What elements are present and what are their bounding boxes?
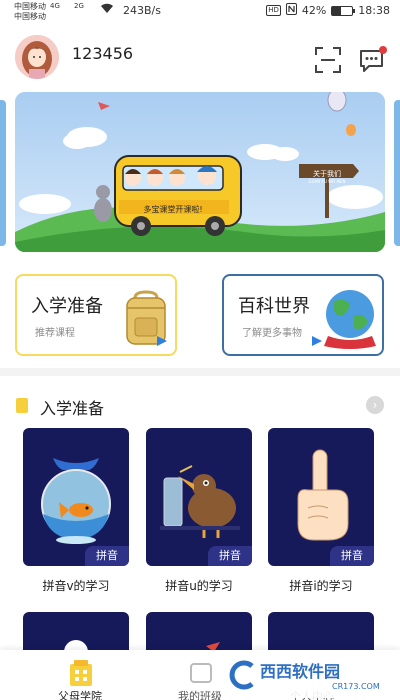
book-icon <box>16 398 28 413</box>
entry-card-encyclopedia[interactable]: 百科世界 了解更多事物 <box>222 274 384 356</box>
username: 123456 <box>72 44 134 63</box>
chevron-right-icon[interactable]: › <box>366 396 384 414</box>
watermark-text: 西西软件园 <box>260 662 341 681</box>
signpost-label: 关于我们 GUAN YU WO MEN <box>301 169 353 184</box>
carrier-label: 中国移动 <box>14 12 46 21</box>
watermark-logo <box>229 660 254 690</box>
status-right: HD 42% 18:38 <box>266 3 390 18</box>
card-subtitle: 推荐课程 <box>35 328 75 339</box>
class-icon <box>190 663 212 683</box>
banner-prev-peek[interactable] <box>0 100 6 246</box>
clock: 18:38 <box>358 4 390 17</box>
section-title: 入学准备 <box>40 399 105 418</box>
nfc-icon <box>285 3 297 18</box>
avatar[interactable] <box>15 35 59 79</box>
building-icon <box>70 660 92 686</box>
network-speed: 243B/s <box>123 4 161 17</box>
nav-label: 父母学院 <box>58 690 102 700</box>
section-divider <box>0 368 400 376</box>
lesson-title[interactable]: 拼音i的学习 <box>261 577 381 594</box>
signpost-title: 关于我们 <box>313 170 341 178</box>
entry-card-school-prep[interactable]: 入学准备 推荐课程 <box>15 274 177 356</box>
card-title: 入学准备 <box>31 296 103 317</box>
triangle-decor-icon <box>312 336 322 346</box>
lesson-title[interactable]: 拼音u的学习 <box>139 577 259 594</box>
scan-icon[interactable] <box>314 46 342 74</box>
battery-percent: 42% <box>301 4 327 17</box>
battery-icon <box>331 5 356 16</box>
site-watermark: 西西软件园 CR173.COM <box>222 652 398 698</box>
lesson-tile[interactable]: 拼音 <box>268 428 374 566</box>
banner-next-peek[interactable] <box>394 100 400 246</box>
lesson-tile[interactable]: 拼音 <box>146 428 252 566</box>
message-badge <box>379 46 387 54</box>
hd-badge: HD <box>266 5 281 16</box>
category-badge: 拼音 <box>85 546 129 566</box>
wifi-icon <box>100 3 114 17</box>
card-subtitle: 了解更多事物 <box>242 328 302 339</box>
lesson-title[interactable]: 拼音v的学习 <box>16 577 136 594</box>
nav-tab-parents-academy[interactable]: 父母学院 <box>40 650 120 700</box>
signal-type-label: 2G <box>74 2 84 10</box>
watermark-subtext: CR173.COM <box>332 682 380 691</box>
globe-icon <box>324 290 376 349</box>
banner-carousel[interactable]: 关于我们 GUAN YU WO MEN 多宝课堂开课啦! <box>15 92 385 252</box>
signal-type-label: 4G <box>50 2 60 10</box>
battery-fill <box>332 6 341 15</box>
lesson-tile[interactable]: 拼音 <box>23 428 129 566</box>
card-title: 百科世界 <box>238 296 310 317</box>
message-icon[interactable] <box>358 46 387 74</box>
bus-slogan: 多宝课堂开课啦! <box>143 205 203 214</box>
category-badge: 拼音 <box>330 546 374 566</box>
category-badge: 拼音 <box>208 546 252 566</box>
triangle-decor-icon <box>157 336 167 346</box>
status-bar: 中国移动 4G 2G 中国移动 243B/s HD 42% 18:38 <box>0 0 400 22</box>
signpost-pinyin: GUAN YU WO MEN <box>308 179 346 184</box>
